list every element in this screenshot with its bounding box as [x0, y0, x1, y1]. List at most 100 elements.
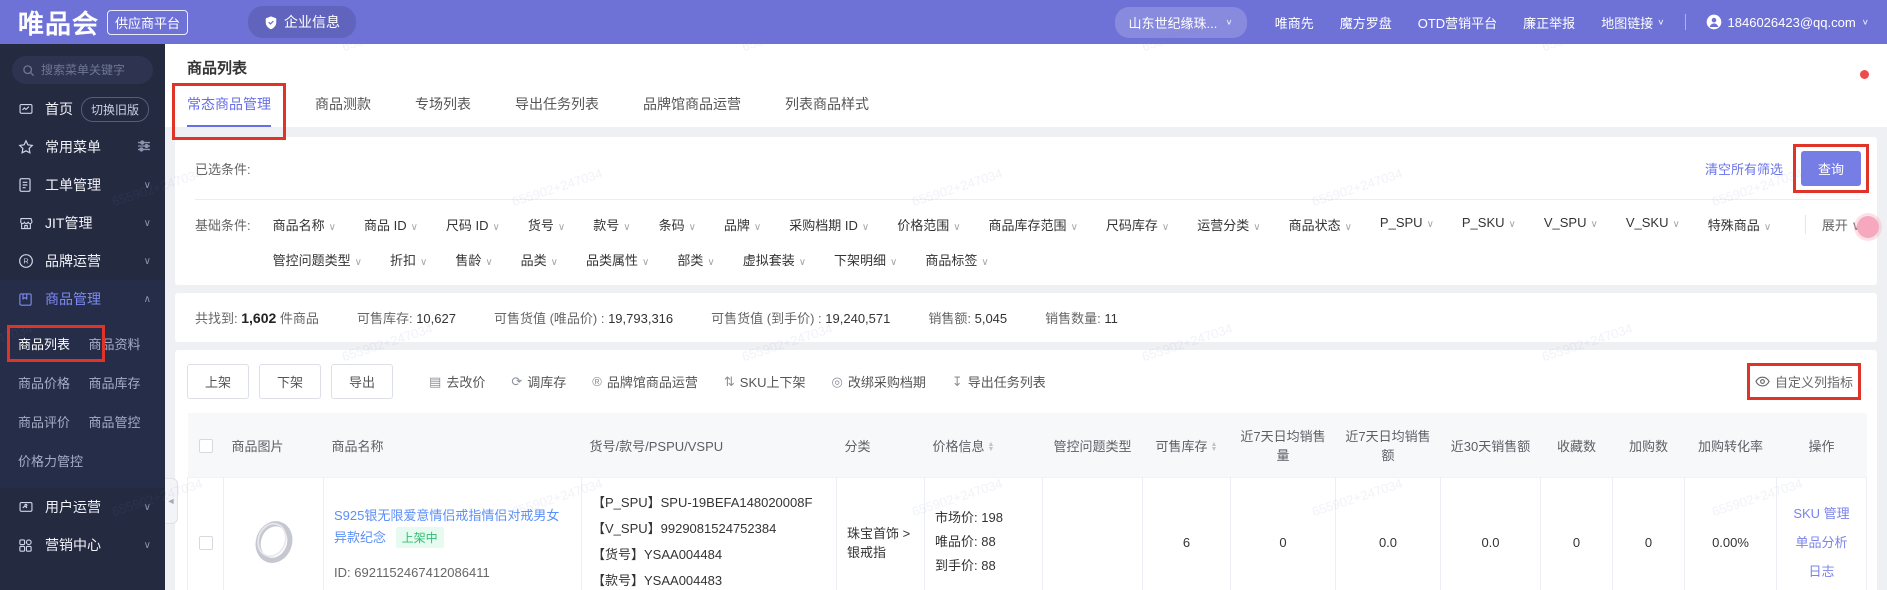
expand-filters-toggle[interactable]: 展开 ∨ [1804, 215, 1861, 234]
filter-category[interactable]: 品类 ∨ [521, 250, 558, 269]
search-icon [22, 64, 35, 77]
col-category: 分类 [836, 413, 925, 478]
sidebar-item-home[interactable]: 首页 切换旧版 [0, 90, 165, 128]
filter-style-no[interactable]: 款号 ∨ [593, 215, 630, 234]
sidebar-item-common-menu[interactable]: 常用菜单 [0, 128, 165, 166]
divider [195, 199, 1861, 200]
sidebar-item-label: 首页 [45, 101, 73, 117]
adjust-icon[interactable] [137, 139, 151, 155]
filter-v-sku[interactable]: V_SKU ∨ [1626, 215, 1680, 234]
table-header-row: 商品图片 商品名称 货号/款号/PSPU/VSPU 分类 价格信息 ▲ ▼ 管控问题… [187, 413, 1867, 478]
submenu-item-product-review[interactable]: 商品评价 [18, 412, 89, 431]
top-link-integrity-report[interactable]: 廉正举报 [1523, 13, 1575, 32]
filter-barcode[interactable]: 条码 ∨ [659, 215, 696, 234]
sort-icon[interactable]: ▲ ▼ [988, 441, 995, 453]
filter-dept-category[interactable]: 部类 ∨ [677, 250, 714, 269]
product-book-icon [18, 292, 35, 307]
product-mgmt-submenu: 商品列表 商品资料 商品价格 商品库存 商品评价 商品管控 价格力管控 [0, 318, 165, 480]
filter-brand[interactable]: 品牌 ∨ [724, 215, 761, 234]
submenu-item-product-stock[interactable]: 商品库存 [89, 373, 160, 392]
col-30d-amt: 近30天销售额 [1440, 413, 1541, 478]
chevron-down-icon: ∨ [798, 257, 807, 268]
tab-export-task-list[interactable]: 导出任务列表 [515, 94, 599, 127]
filter-product-name[interactable]: 商品名称 ∨ [273, 215, 336, 234]
filter-po-schedule-id[interactable]: 采购档期 ID ∨ [789, 215, 869, 234]
menu-search-input[interactable] [41, 63, 143, 77]
sort-icon[interactable]: ▲ ▼ [1211, 441, 1218, 453]
top-link-otd-marketing[interactable]: OTD营销平台 [1418, 13, 1497, 32]
sidebar-item-marketing[interactable]: 营销中心 ∨ [0, 526, 165, 564]
clear-all-filters-link[interactable]: 清空所有筛选 [1705, 159, 1783, 178]
filter-v-spu[interactable]: V_SPU ∨ [1544, 215, 1598, 234]
switch-old-version-button[interactable]: 切换旧版 [80, 96, 149, 122]
filter-discount[interactable]: 折扣 ∨ [390, 250, 427, 269]
filter-p-spu[interactable]: P_SPU ∨ [1380, 215, 1434, 234]
filter-ops-category[interactable]: 运营分类 ∨ [1197, 215, 1260, 234]
tab-list-product-style[interactable]: 列表商品样式 [785, 94, 869, 127]
codes-cell: 【P_SPU】SPU-19BEFA148020008F 【V_SPU】99290… [581, 477, 837, 590]
filter-product-id[interactable]: 商品 ID ∨ [364, 215, 418, 234]
filter-product-status[interactable]: 商品状态 ∨ [1289, 215, 1352, 234]
sidebar-item-workorder[interactable]: 工单管理 ∨ [0, 166, 165, 204]
filter-special-product[interactable]: 特殊商品 ∨ [1708, 215, 1771, 234]
vipshop-logo[interactable]: 唯品会 [18, 4, 99, 41]
filter-stock-range[interactable]: 商品库存范围 ∨ [989, 215, 1078, 234]
top-link-weishangxian[interactable]: 唯商先 [1275, 13, 1314, 32]
filter-p-sku[interactable]: P_SKU ∨ [1462, 215, 1516, 234]
sidebar-item-user-ops[interactable]: 用户运营 ∨ [0, 488, 165, 526]
filter-sale-age[interactable]: 售龄 ∨ [455, 250, 492, 269]
change-price-action[interactable]: ▤ 去改价 [429, 372, 485, 391]
select-all-checkbox[interactable] [198, 438, 213, 453]
top-link-mofang-luopan[interactable]: 魔方罗盘 [1340, 13, 1392, 32]
export-task-list-action[interactable]: ↧ 导出任务列表 [952, 372, 1046, 391]
sku-updown-action[interactable]: ⇅ SKU上下架 [724, 372, 806, 391]
adjust-stock-action[interactable]: ⟳ 调库存 [511, 372, 566, 391]
filter-product-tag[interactable]: 商品标签 ∨ [925, 250, 988, 269]
submenu-item-product-list[interactable]: 商品列表 [7, 325, 104, 362]
col-7d-amt: 近7天日均销售额 [1335, 413, 1441, 478]
row-checkbox[interactable] [198, 535, 213, 550]
submenu-item-price-power[interactable]: 价格力管控 [18, 451, 89, 470]
submenu-item-product-control[interactable]: 商品管控 [89, 412, 160, 431]
menu-search-box[interactable] [12, 56, 153, 84]
filter-category-attr[interactable]: 品类属性 ∨ [586, 250, 649, 269]
tab-special-session-list[interactable]: 专场列表 [415, 94, 471, 127]
filter-size-id[interactable]: 尺码 ID ∨ [446, 215, 500, 234]
filter-price-range[interactable]: 价格范围 ∨ [897, 215, 960, 234]
export-button[interactable]: 导出 [331, 364, 394, 399]
sidebar-item-product-mgmt[interactable]: 商品管理 ∧ [0, 280, 165, 318]
brand-hall-ops-action[interactable]: ® 品牌馆商品运营 [592, 372, 698, 391]
item-analysis-link[interactable]: 单品分析 [1787, 528, 1856, 557]
submenu-item-product-price[interactable]: 商品价格 [18, 373, 89, 392]
account-menu[interactable]: 1846026423@qq.com ∨ [1706, 14, 1869, 30]
tab-product-testing[interactable]: 商品测款 [315, 94, 371, 127]
offshelf-button[interactable]: 下架 [259, 364, 322, 399]
up-down-icon: ⇅ [723, 373, 735, 389]
log-link[interactable]: 日志 [1787, 557, 1856, 586]
product-image-cell[interactable] [223, 477, 324, 590]
product-name-link[interactable]: S925银无限爱意情侣戒指情侣对戒男女异款纪念 [334, 508, 559, 545]
filter-control-issue-type[interactable]: 管控问题类型 ∨ [273, 250, 362, 269]
customize-columns-button[interactable]: 自定义列指标 [1746, 363, 1862, 400]
filter-size-stock[interactable]: 尺码库存 ∨ [1106, 215, 1169, 234]
sku-manage-link[interactable]: SKU 管理 [1787, 499, 1856, 528]
supplier-platform-badge: 供应商平台 [107, 9, 189, 35]
sidebar-item-jit[interactable]: JIT管理 ∨ [0, 204, 165, 242]
registered-icon: ® [592, 374, 602, 389]
tab-normal-product-mgmt[interactable]: 常态商品管理 [172, 83, 286, 140]
chevron-down-icon: ∨ [953, 222, 961, 233]
submenu-item-product-data[interactable]: 商品资料 [89, 334, 160, 353]
tab-brand-hall-ops[interactable]: 品牌馆商品运营 [643, 94, 741, 127]
query-button[interactable]: 查询 [1792, 144, 1870, 193]
sidebar-collapse-handle[interactable]: ◄ [165, 478, 178, 524]
top-link-map-links[interactable]: 地图链接 ∨ [1601, 13, 1664, 32]
rebind-po-schedule-action[interactable]: ◎ 改绑采购档期 [832, 372, 926, 391]
floating-widget[interactable] [1857, 216, 1879, 238]
sidebar-item-brand-ops[interactable]: R 品牌运营 ∨ [0, 242, 165, 280]
store-selector[interactable]: 山东世纪缘珠... ∨ [1114, 6, 1247, 38]
filter-art-no[interactable]: 货号 ∨ [528, 215, 565, 234]
onshelf-button[interactable]: 上架 [187, 364, 250, 399]
filter-virtual-set[interactable]: 虚拟套装 ∨ [743, 250, 806, 269]
enterprise-info-button[interactable]: 企业信息 [248, 6, 357, 38]
filter-offshelf-detail[interactable]: 下架明细 ∨ [834, 250, 897, 269]
